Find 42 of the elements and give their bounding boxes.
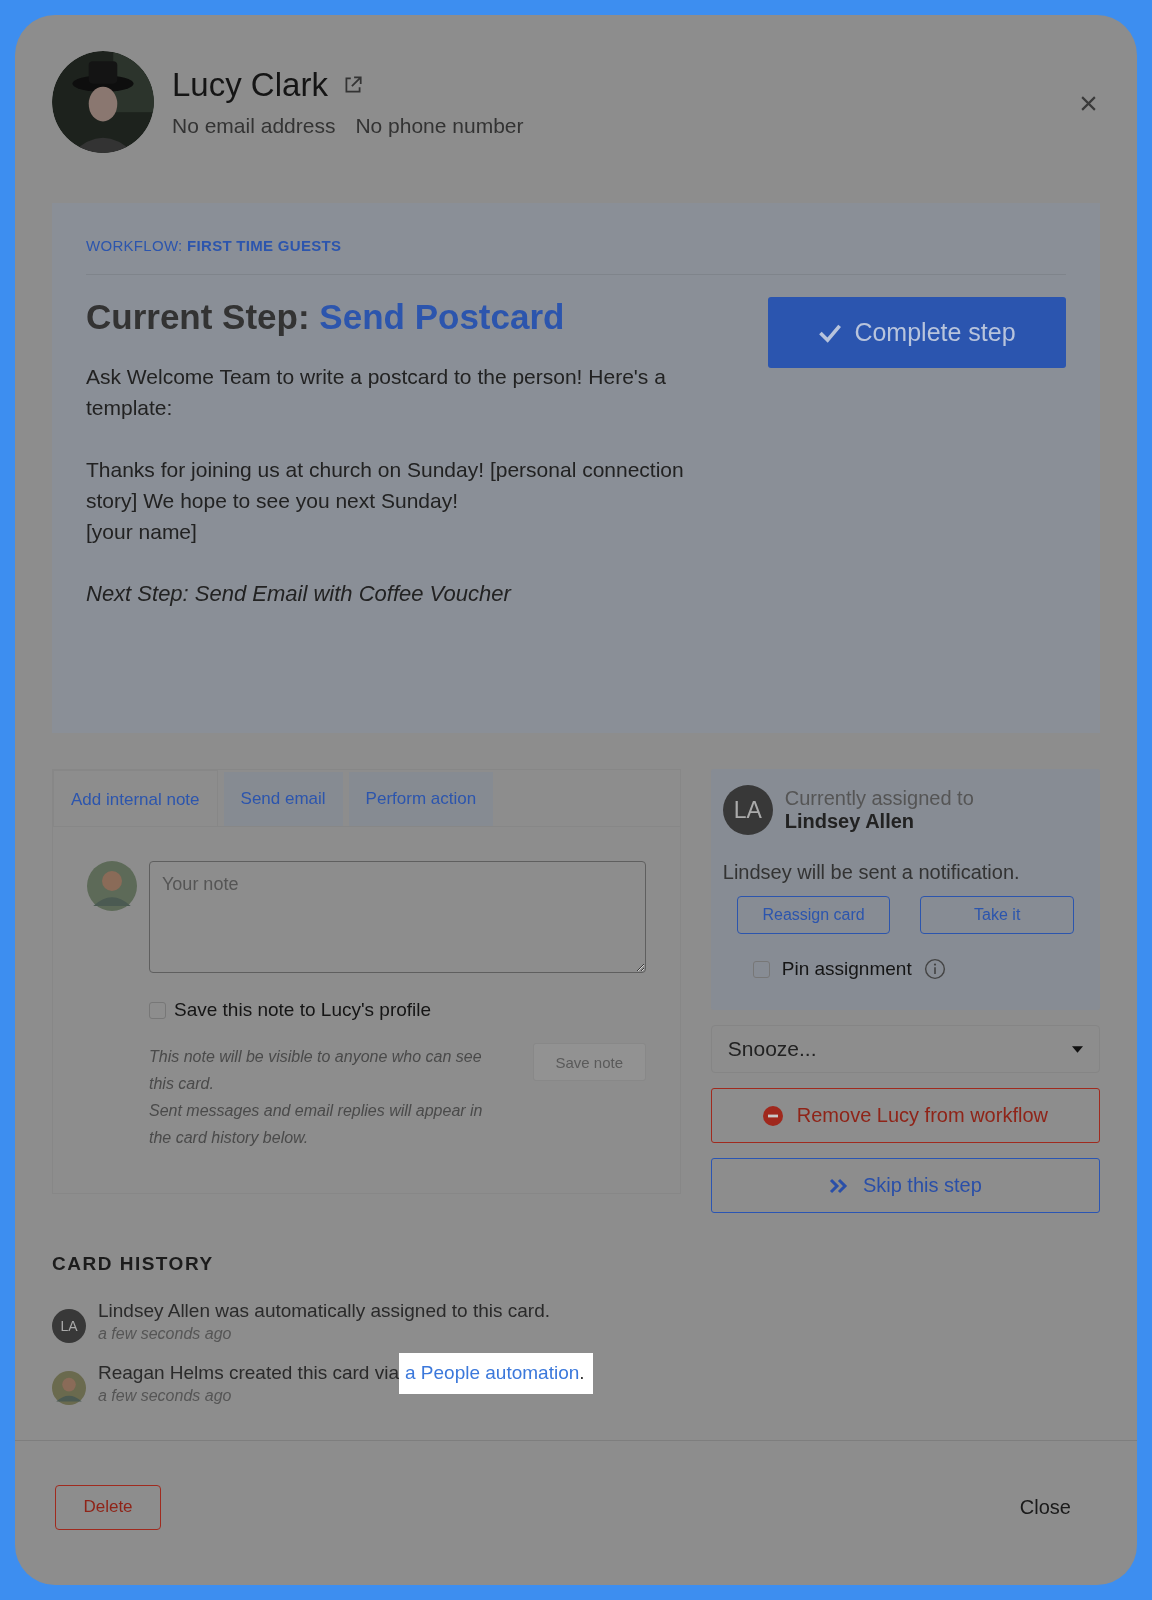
assign-button[interactable]: Take it xyxy=(920,896,1074,934)
close-icon[interactable] xyxy=(1080,95,1097,112)
step-title: Current Step: Send Postcard xyxy=(86,297,566,337)
snooze-dropdown[interactable]: Snooze... xyxy=(710,1025,1100,1073)
close-button[interactable]: Close xyxy=(1013,1494,1077,1520)
complete-step-button[interactable]: Complete step xyxy=(768,297,1066,368)
avatar-icon xyxy=(52,1371,86,1405)
help-text: Sent messages and email replies will appear in the card history below. xyxy=(149,1101,484,1148)
info-icon[interactable] xyxy=(923,958,946,980)
remove-button[interactable]: Remove Lucy from workflow xyxy=(710,1088,1100,1143)
workflow-label: WORKFLOW: FIRST TIME GUESTS xyxy=(86,237,1066,275)
note-field[interactable]: Your note xyxy=(149,861,646,973)
checkbox-label: Pin assignment xyxy=(781,958,912,980)
double-chevron-icon xyxy=(828,1177,849,1194)
tab[interactable]: Add internal note xyxy=(53,770,218,826)
step-description: Thanks for joining us at church on Sunday! [personal connection story] We hope to see you next Sunday! [your name] xyxy=(86,457,685,545)
delete-button[interactable]: Delete xyxy=(55,1484,161,1530)
tab[interactable]: Send email xyxy=(223,772,343,826)
checkbox[interactable] xyxy=(752,960,770,978)
assign-button[interactable]: Reassign card xyxy=(736,896,891,934)
notice-text: Lindsey will be sent a notification. xyxy=(722,861,1021,884)
caret-icon xyxy=(1072,1045,1083,1053)
history-text: Lindsey Allen was automatically assigned to this card. xyxy=(98,1299,551,1323)
contact-email: No email address xyxy=(172,114,336,138)
avatar-icon xyxy=(87,861,137,911)
avatar-initials: LA xyxy=(52,1309,86,1343)
checkbox-label: Save this note to Lucy's profile xyxy=(174,999,432,1021)
assignee-name: Lindsey Allen xyxy=(784,810,916,833)
avatar-initials: LA xyxy=(722,785,773,835)
tab[interactable]: Perform action xyxy=(348,772,494,826)
check-icon xyxy=(818,322,843,343)
assigned-label: Currently assigned to xyxy=(784,787,974,810)
contact-name: Lucy Clark xyxy=(172,66,328,104)
section-title: CARD HISTORY xyxy=(52,1253,215,1275)
step-description: Ask Welcome Team to write a postcard to the person! Here's a template: xyxy=(86,364,667,421)
contact-phone: No phone number xyxy=(355,114,524,138)
timestamp: a few seconds ago xyxy=(98,1325,233,1343)
help-text: This note will be visible to anyone who can see this card. xyxy=(149,1047,483,1094)
minus-circle-icon xyxy=(762,1105,783,1126)
link[interactable]: a People automation xyxy=(405,1362,580,1383)
skip-button[interactable]: Skip this step xyxy=(710,1158,1100,1213)
next-step: Next Step: Send Email with Coffee Voucher xyxy=(86,581,711,607)
